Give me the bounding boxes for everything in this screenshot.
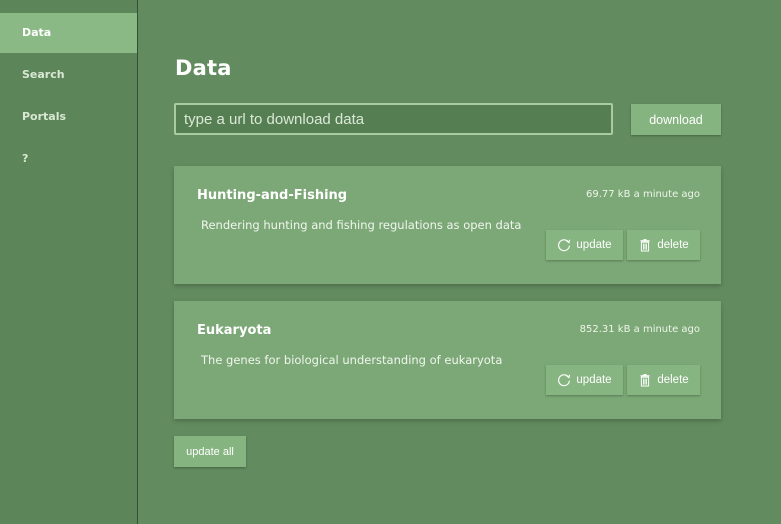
dataset-size: 69.77 kB xyxy=(585,189,631,200)
update-all-button[interactable]: update all xyxy=(174,436,246,467)
dataset-meta: 69.77 kB a minute ago xyxy=(586,189,700,200)
update-label: update xyxy=(576,239,612,251)
dataset-description: Rendering hunting and fishing regulation… xyxy=(201,218,522,232)
sidebar-item-help[interactable]: ? xyxy=(0,139,137,179)
dataset-name: Eukaryota xyxy=(197,323,272,338)
update-button[interactable]: update xyxy=(546,365,623,395)
delete-button[interactable]: delete xyxy=(627,230,700,260)
dataset-size: 852.31 kB xyxy=(579,324,631,335)
update-label: update xyxy=(576,374,612,386)
dataset-card-eukaryota: Eukaryota 852.31 kB a minute ago The gen… xyxy=(174,301,721,419)
delete-label: delete xyxy=(657,239,689,251)
dataset-meta: 852.31 kB a minute ago xyxy=(580,324,700,335)
sidebar-item-portals[interactable]: Portals xyxy=(0,97,137,137)
delete-button[interactable]: delete xyxy=(627,365,700,395)
dataset-name: Hunting-and-Fishing xyxy=(197,188,348,203)
refresh-icon xyxy=(557,238,571,252)
dataset-description: The genes for biological understanding o… xyxy=(201,353,503,367)
dataset-updated: a minute ago xyxy=(633,189,700,200)
sidebar: Data Search Portals ? xyxy=(0,0,138,524)
url-input[interactable] xyxy=(174,103,613,135)
page-title: Data xyxy=(175,56,232,80)
download-button[interactable]: download xyxy=(631,104,721,135)
delete-label: delete xyxy=(657,374,689,386)
dataset-updated: a minute ago xyxy=(633,324,700,335)
trash-icon xyxy=(638,373,652,387)
sidebar-item-search[interactable]: Search xyxy=(0,55,137,95)
refresh-icon xyxy=(557,373,571,387)
sidebar-item-data[interactable]: Data xyxy=(0,13,137,53)
trash-icon xyxy=(638,238,652,252)
dataset-card-hunting-and-fishing: Hunting-and-Fishing 69.77 kB a minute ag… xyxy=(174,166,721,284)
update-button[interactable]: update xyxy=(546,230,623,260)
